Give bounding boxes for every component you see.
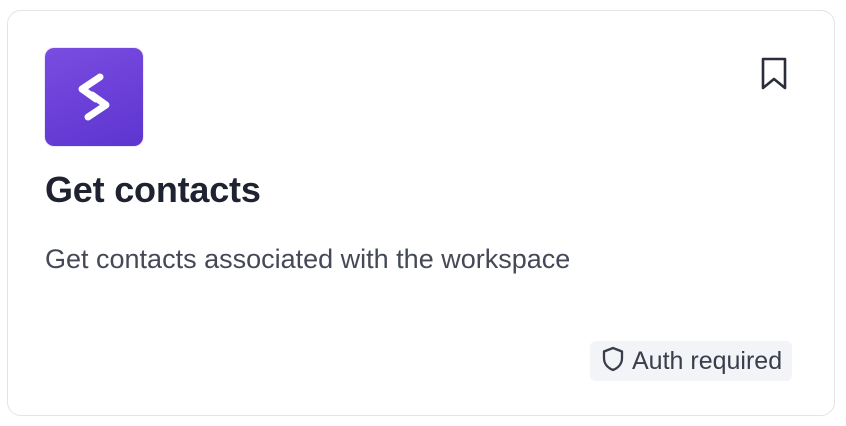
tool-description: Get contacts associated with the workspa…	[45, 244, 571, 274]
badge-label: Auth required	[632, 346, 783, 375]
bookmark-icon[interactable]	[759, 57, 789, 91]
auth-required-badge: Auth required	[590, 341, 793, 381]
app-logo-icon	[45, 48, 143, 146]
tool-card[interactable]: Get contacts Get contacts associated wit…	[7, 10, 835, 416]
tool-title: Get contacts	[45, 169, 261, 210]
stacked-chevrons-logo	[78, 73, 110, 121]
shield-icon	[602, 346, 624, 377]
